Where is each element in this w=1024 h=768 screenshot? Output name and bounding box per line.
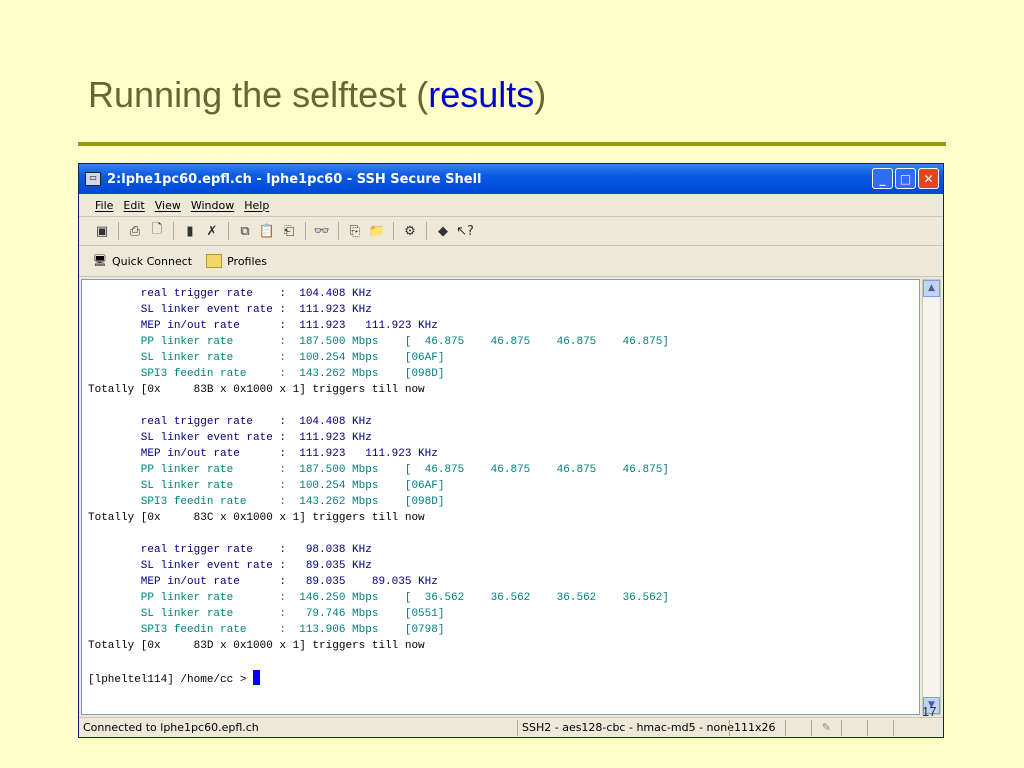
quick-connect-button[interactable]: 🖥 Quick Connect: [93, 255, 192, 268]
scroll-up-button[interactable]: ▲: [923, 280, 940, 297]
ssh-window: ▭ 2:lphe1pc60.epfl.ch - lphe1pc60 - SSH …: [78, 163, 944, 738]
toolbar-separator: [305, 222, 306, 240]
find-icon[interactable]: 👓: [313, 222, 331, 240]
toolbar-separator: [393, 222, 394, 240]
terminal-size: 111x26: [729, 719, 785, 736]
toolbar-separator: [118, 222, 119, 240]
title-accent-link: results: [428, 74, 535, 115]
terminal-line: SL linker event rate : 111.923 KHz: [88, 304, 372, 316]
status-empty-cell: [841, 719, 867, 736]
terminal-line: SL linker event rate : 111.923 KHz: [88, 432, 372, 444]
terminal-line: Totally [0x 83C x 0x1000 x 1] triggers t…: [88, 512, 425, 524]
status-empty-cell: [867, 719, 893, 736]
window-controls: _ □ ✕: [872, 168, 939, 189]
terminal-line: MEP in/out rate : 111.923 111.923 KHz: [88, 448, 438, 460]
paste-icon[interactable]: 📋: [258, 222, 276, 240]
title-prefix: Running the selftest (: [88, 74, 429, 115]
terminal-output[interactable]: real trigger rate : 104.408 KHz SL linke…: [81, 279, 920, 715]
minimize-button[interactable]: _: [872, 168, 893, 189]
terminal-cursor: [253, 670, 261, 685]
terminal-line: SL linker rate : 100.254 Mbps [06AF]: [88, 480, 445, 492]
connect-icon[interactable]: ▮: [181, 222, 199, 240]
terminal-app-icon: ▭: [85, 172, 101, 186]
quick-connect-icon: 🖥: [93, 254, 107, 267]
terminal-line: Totally [0x 83B x 0x1000 x 1] triggers t…: [88, 384, 425, 396]
toolbar: ▣ ⎙ 🗋 ▮ ✗ ⧉ 📋 ⎗ 👓 ⎘ 📁 ⚙ ◆ ↖?: [79, 217, 943, 246]
menu-window[interactable]: Window: [191, 199, 234, 212]
connection-status: Connected to lphe1pc60.epfl.ch: [83, 720, 259, 734]
window-titlebar[interactable]: ▭ 2:lphe1pc60.epfl.ch - lphe1pc60 - SSH …: [79, 164, 943, 194]
print-preview-icon[interactable]: 🗋: [148, 222, 166, 240]
terminal-line: SL linker event rate : 89.035 KHz: [88, 560, 372, 572]
disconnect-icon[interactable]: ✗: [203, 222, 221, 240]
terminal-line: real trigger rate : 104.408 KHz: [88, 416, 372, 428]
print-icon[interactable]: ⎙: [126, 222, 144, 240]
terminal-line: Totally [0x 83D x 0x1000 x 1] triggers t…: [88, 640, 425, 652]
copy-icon[interactable]: ⧉: [236, 222, 254, 240]
quick-connect-bar: 🖥 Quick Connect Profiles: [79, 246, 943, 277]
whats-this-icon[interactable]: ↖?: [456, 222, 474, 240]
profiles-label: Profiles: [227, 254, 268, 268]
quick-connect-label: Quick Connect: [112, 254, 193, 268]
menu-file[interactable]: File: [95, 199, 113, 212]
toolbar-separator: [173, 222, 174, 240]
shell-prompt: [lpheltel114] /home/cc >: [88, 674, 254, 686]
terminal-line: real trigger rate : 98.038 KHz: [88, 544, 372, 556]
title-divider: [78, 142, 946, 146]
terminal-line: PP linker rate : 146.250 Mbps [ 36.562 3…: [88, 592, 669, 604]
toolbar-separator: [228, 222, 229, 240]
save-icon[interactable]: ▣: [93, 222, 111, 240]
profiles-button[interactable]: Profiles: [206, 254, 267, 268]
menu-help[interactable]: Help: [244, 199, 269, 212]
status-empty-cell: [785, 719, 811, 736]
terminal-line: MEP in/out rate : 111.923 111.923 KHz: [88, 320, 438, 332]
folder-icon: [206, 254, 223, 268]
close-button[interactable]: ✕: [918, 168, 939, 189]
terminal-line: SL linker rate : 79.746 Mbps [0551]: [88, 608, 445, 620]
terminal-line: SL linker rate : 100.254 Mbps [06AF]: [88, 352, 445, 364]
slide-title: Running the selftest (results): [88, 74, 546, 116]
toolbar-separator: [338, 222, 339, 240]
status-empty-cell: [893, 719, 919, 736]
maximize-button[interactable]: □: [895, 168, 916, 189]
terminal-line: real trigger rate : 104.408 KHz: [88, 288, 372, 300]
terminal-line: PP linker rate : 187.500 Mbps [ 46.875 4…: [88, 336, 669, 348]
settings-icon[interactable]: ⚙: [401, 222, 419, 240]
terminal-line: MEP in/out rate : 89.035 89.035 KHz: [88, 576, 438, 588]
cipher-status: SSH2 - aes128-cbc - hmac-md5 - none: [517, 719, 734, 736]
terminal-line: SPI3 feedin rate : 143.262 Mbps [098D]: [88, 496, 445, 508]
menu-edit[interactable]: Edit: [123, 199, 144, 212]
keyboard-lock-icon: ✎: [811, 719, 841, 736]
paste-special-icon[interactable]: ⎗: [280, 222, 298, 240]
window-title: 2:lphe1pc60.epfl.ch - lphe1pc60 - SSH Se…: [107, 171, 482, 187]
terminal-line: SPI3 feedin rate : 113.906 Mbps [0798]: [88, 624, 445, 636]
terminal-line: PP linker rate : 187.500 Mbps [ 46.875 4…: [88, 464, 669, 476]
vertical-scrollbar[interactable]: ▲ ▼: [922, 279, 941, 715]
new-connection-icon[interactable]: ⎘: [346, 222, 364, 240]
terminal-line: SPI3 feedin rate : 143.262 Mbps [098D]: [88, 368, 445, 380]
menu-bar: File Edit View Window Help: [79, 194, 943, 217]
status-bar: Connected to lphe1pc60.epfl.ch SSH2 - ae…: [79, 717, 943, 737]
help-book-icon[interactable]: ◆: [434, 222, 452, 240]
title-suffix: ): [534, 74, 547, 115]
new-file-transfer-icon[interactable]: 📁: [368, 222, 386, 240]
slide-page-number: 17: [922, 704, 937, 719]
toolbar-separator: [426, 222, 427, 240]
menu-view[interactable]: View: [155, 199, 181, 212]
